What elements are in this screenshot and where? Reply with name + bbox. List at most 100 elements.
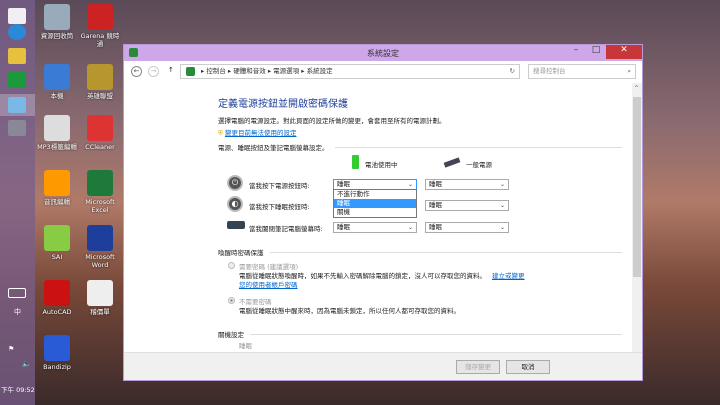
power-icon: ⏻: [227, 175, 243, 191]
vertical-scrollbar[interactable]: ^: [632, 83, 642, 352]
desktop-icon[interactable]: Microsoft Word: [78, 225, 122, 269]
desktop-app-icon: [87, 64, 113, 90]
no-password-description: 電腦從睡眠狀態中醒來時，因為電腦未鎖定，所以任何人都可存取您的資料。: [239, 307, 460, 315]
search-placeholder: 搜尋控制台: [533, 67, 566, 75]
change-settings-link[interactable]: 變更目前無法使用的設定: [225, 129, 297, 137]
section-wake-password: 喚醒時密碼保護: [218, 247, 622, 257]
lid-battery-select[interactable]: 睡眠 ⌄: [333, 222, 417, 233]
back-button[interactable]: ←: [131, 66, 142, 77]
desktop-icon[interactable]: 資源回收筒: [35, 4, 79, 40]
row-label: 當我按下電源按鈕時:: [249, 182, 310, 190]
desktop-icon[interactable]: MP3標籤編輯: [35, 115, 79, 151]
desktop-icon-label: 本機: [50, 92, 64, 100]
desktop-app-icon: [87, 170, 113, 196]
section-heading: 關機設定: [218, 331, 244, 339]
desktop-app-icon: [87, 4, 113, 30]
desktop-icon-label: Bandizip: [43, 363, 71, 371]
refresh-icon[interactable]: ↻: [510, 65, 515, 78]
column-plugged: 一般電源: [466, 161, 492, 169]
desktop-icon-label: AutoCAD: [42, 308, 72, 316]
desktop-icon-label: 稽價單: [90, 308, 110, 316]
desktop-icon[interactable]: CCleaner: [78, 115, 122, 151]
app-icon[interactable]: [8, 120, 26, 136]
desktop-icon-label: CCleaner: [85, 143, 115, 151]
breadcrumb-item[interactable]: 硬體和音效: [233, 67, 266, 75]
section-heading: 電源、睡眠按鈕及筆記電腦螢幕設定。: [218, 144, 329, 152]
store-icon[interactable]: [8, 72, 26, 88]
dropdown-option-selected[interactable]: 睡眠: [334, 199, 416, 208]
desktop-icon[interactable]: Garena 競時通: [78, 4, 122, 48]
desktop-icon-label: Garena 競時通: [80, 32, 120, 48]
keyboard-icon[interactable]: [8, 288, 26, 298]
desktop-app-icon: [44, 335, 70, 361]
require-password-radio: [228, 262, 235, 269]
desktop-app-icon: [44, 225, 70, 251]
breadcrumb-item[interactable]: 系統設定: [307, 67, 333, 75]
up-button[interactable]: ↑: [168, 66, 174, 74]
control-panel-taskbar-item[interactable]: [0, 94, 35, 116]
lid-plugged-select[interactable]: 睡眠 ⌄: [425, 222, 509, 233]
breadcrumb-item[interactable]: 電源選項: [273, 67, 299, 75]
content-area: 定義電源按鈕並開啟密碼保護 選擇電腦的電源設定。對此頁面的設定所做的變更，會套用…: [124, 83, 632, 352]
breadcrumb-item[interactable]: 控制台: [206, 67, 226, 75]
close-button[interactable]: ✕: [606, 45, 642, 59]
explorer-icon[interactable]: [8, 48, 26, 64]
desktop-icon-label: SAI: [51, 253, 63, 261]
volume-icon[interactable]: 🔈: [22, 360, 31, 368]
search-input[interactable]: 搜尋控制台 ⌕: [528, 64, 636, 79]
row-label: 當我闔閉筆記電腦螢幕時:: [249, 225, 323, 233]
desktop-icon[interactable]: AutoCAD: [35, 280, 79, 316]
desktop-app-icon: [87, 225, 113, 251]
sleep-button-plugged-select[interactable]: 睡眠 ⌄: [425, 200, 509, 211]
create-password-link-cont[interactable]: 您的使用者帳戶密碼: [239, 279, 298, 289]
footer: 儲存變更 取消: [124, 352, 642, 380]
desktop-icon-label: Microsoft Word: [85, 253, 115, 269]
laptop-lid-icon: [227, 221, 245, 229]
desktop-icon[interactable]: 稽價單: [78, 280, 122, 316]
desktop-icon[interactable]: 音訊編輯: [35, 170, 79, 206]
shutdown-item-sleep: 睡眠: [239, 342, 252, 350]
window-title: 系統設定: [367, 49, 399, 58]
flag-icon[interactable]: ⚑: [8, 345, 14, 353]
minimize-button[interactable]: –: [566, 45, 586, 59]
section-power-buttons: 電源、睡眠按鈕及筆記電腦螢幕設定。: [218, 142, 622, 152]
taskbar: 中 ⚑ 🔈 下午 09:52: [0, 0, 35, 405]
plug-icon: [443, 157, 461, 168]
power-button-plugged-select[interactable]: 睡眠 ⌄: [425, 179, 509, 190]
dropdown-option[interactable]: 關機: [334, 208, 416, 217]
desktop-icon-label: Microsoft Excel: [85, 198, 115, 214]
desktop-icon[interactable]: 本機: [35, 64, 79, 100]
desktop-icon[interactable]: SAI: [35, 225, 79, 261]
row-label: 當我按下睡眠按鈕時:: [249, 203, 310, 211]
dropdown-option[interactable]: 不進行動作: [334, 190, 416, 199]
sleep-icon: ◐: [227, 196, 243, 212]
scroll-up-icon: ^: [634, 85, 640, 92]
shield-icon: ⛨: [218, 129, 223, 137]
column-battery: 電池使用中: [365, 161, 398, 169]
clock[interactable]: 下午 09:52: [1, 384, 35, 394]
address-bar: ← → ↑ ▸ 控制台 ▸ 硬體和音效 ▸ 電源選項 ▸ 系統設定 ↻ 搜尋控制…: [128, 63, 638, 81]
forward-button[interactable]: →: [148, 66, 159, 77]
desktop-icon[interactable]: Bandizip: [35, 335, 79, 371]
control-panel-icon: [186, 67, 195, 76]
scrollbar-thumb[interactable]: [633, 97, 641, 277]
no-password-radio: [228, 297, 235, 304]
desktop-app-icon: [44, 64, 70, 90]
title-bar[interactable]: 系統設定 – □ ✕: [124, 45, 642, 61]
maximize-button[interactable]: □: [586, 45, 606, 59]
ie-icon[interactable]: [8, 24, 26, 40]
dropdown-list: 不進行動作 睡眠 關機: [333, 189, 417, 218]
desktop-icon[interactable]: Microsoft Excel: [78, 170, 122, 214]
create-password-link[interactable]: 建立或變更: [492, 270, 525, 280]
desktop-icon[interactable]: 英雄聯盟: [78, 64, 122, 100]
breadcrumb[interactable]: ▸ 控制台 ▸ 硬體和音效 ▸ 電源選項 ▸ 系統設定 ↻: [180, 64, 520, 79]
cancel-button[interactable]: 取消: [506, 360, 550, 374]
desktop-icon-label: 資源回收筒: [40, 32, 74, 40]
desktop-app-icon: [44, 4, 70, 30]
ime-indicator[interactable]: 中: [14, 307, 21, 317]
desktop-app-icon: [44, 115, 70, 141]
save-button[interactable]: 儲存變更: [456, 360, 500, 374]
desktop-app-icon: [44, 170, 70, 196]
desktop-app-icon: [44, 280, 70, 306]
start-icon[interactable]: [8, 8, 26, 24]
